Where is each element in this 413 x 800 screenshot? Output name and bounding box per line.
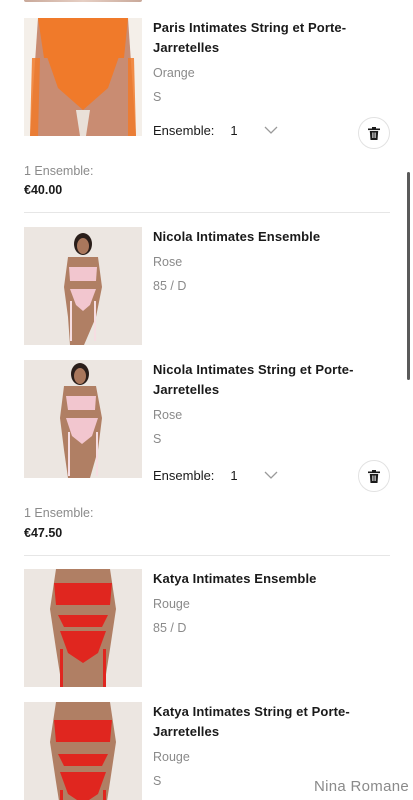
product-size: 85 / D — [153, 279, 187, 293]
remove-item-button[interactable] — [358, 460, 390, 492]
product-photo-katya-string — [24, 702, 142, 800]
product-info: Katya Intimates Ensemble Rouge 85 / D — [153, 569, 383, 640]
product-color: Rose — [153, 408, 183, 422]
trash-icon — [368, 469, 380, 483]
quantity-selector[interactable]: Ensemble: 1 — [153, 468, 278, 483]
product-photo-nicola-string — [24, 360, 142, 478]
product-title[interactable]: Katya Intimates String et Porte-Jarretel… — [153, 702, 383, 742]
quantity-label: Ensemble: — [153, 468, 215, 483]
product-info: Nicola Intimates String et Porte-Jarrete… — [153, 360, 383, 451]
product-size: S — [153, 90, 162, 104]
cart-item-nicola-string: Nicola Intimates String et Porte-Jarrete… — [24, 360, 390, 510]
product-image[interactable] — [24, 227, 142, 345]
divider — [24, 555, 390, 556]
quantity-value[interactable]: 1 — [230, 468, 237, 483]
scrollbar[interactable] — [407, 172, 410, 380]
product-image[interactable] — [24, 360, 142, 478]
quantity-selector[interactable]: Ensemble: 1 — [153, 123, 278, 138]
product-color: Orange — [153, 66, 195, 80]
product-image[interactable] — [24, 569, 142, 687]
product-size: S — [153, 432, 162, 446]
product-title[interactable]: Nicola Intimates Ensemble — [153, 227, 383, 247]
chevron-down-icon[interactable] — [264, 126, 278, 135]
product-image[interactable] — [24, 18, 142, 136]
product-title[interactable]: Nicola Intimates String et Porte-Jarrete… — [153, 360, 383, 400]
product-photo-nicola — [24, 227, 142, 345]
subtotal-label: 1 Ensemble: — [24, 506, 94, 520]
product-title[interactable]: Katya Intimates Ensemble — [153, 569, 383, 589]
product-image-partial — [24, 0, 142, 2]
product-color: Rouge — [153, 750, 190, 764]
subtotal-value: €47.50 — [24, 526, 63, 540]
trash-icon — [368, 126, 380, 140]
cart-page: Paris Intimates String et Porte-Jarretel… — [0, 0, 413, 800]
watermark: Nina Romane — [313, 778, 409, 795]
cart-item-nicola-ensemble: Nicola Intimates Ensemble Rose 85 / D — [24, 227, 390, 345]
product-image[interactable] — [24, 702, 142, 800]
subtotal-label: 1 Ensemble: — [24, 164, 94, 178]
remove-item-button[interactable] — [358, 117, 390, 149]
quantity-value[interactable]: 1 — [230, 123, 237, 138]
chevron-down-icon[interactable] — [264, 471, 278, 480]
product-color: Rouge — [153, 597, 190, 611]
cart-item-katya-ensemble: Katya Intimates Ensemble Rouge 85 / D — [24, 569, 390, 687]
subtotal-value: €40.00 — [24, 183, 63, 197]
product-photo-katya — [24, 569, 142, 687]
cart-item-paris: Paris Intimates String et Porte-Jarretel… — [24, 18, 390, 168]
product-size: 85 / D — [153, 621, 187, 635]
divider — [24, 212, 390, 213]
product-photo-paris — [24, 18, 142, 136]
quantity-label: Ensemble: — [153, 123, 215, 138]
product-title[interactable]: Paris Intimates String et Porte-Jarretel… — [153, 18, 383, 58]
product-info: Nicola Intimates Ensemble Rose 85 / D — [153, 227, 383, 298]
product-info: Paris Intimates String et Porte-Jarretel… — [153, 18, 383, 109]
product-color: Rose — [153, 255, 183, 269]
